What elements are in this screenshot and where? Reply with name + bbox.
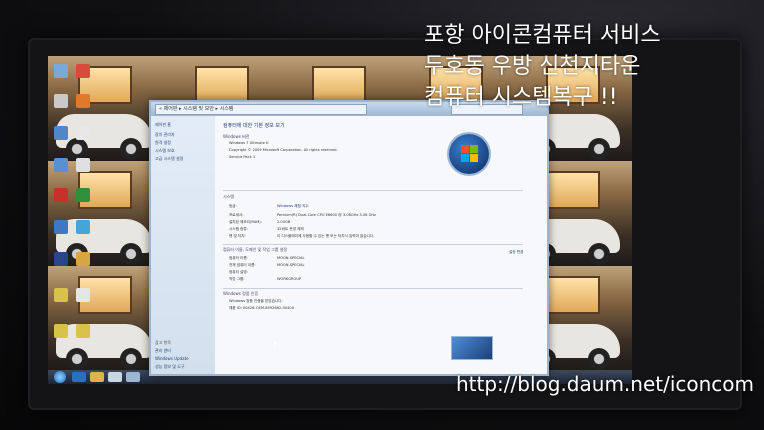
desktop-icons xyxy=(48,56,98,366)
caption-line-3: 컴퓨터 시스템복구 !! xyxy=(424,85,618,110)
desktop-shortcut-icon[interactable] xyxy=(54,158,68,172)
processor-value: Pentium(R) Dual-Core CPU E6600 @ 3.06GHz… xyxy=(277,213,376,217)
memory-label: 설치된 메모리(RAM): xyxy=(229,220,262,224)
edition-heading: Windows 버전 xyxy=(223,134,250,139)
sidebar-item-home[interactable]: 제어판 홈 xyxy=(155,122,171,128)
caption-line-1: 포항 아이콘컴퓨터 서비스 xyxy=(424,23,661,48)
desktop-shortcut-icon[interactable] xyxy=(76,324,90,338)
activation-status: Windows 정품 인증을 받았습니다. xyxy=(229,299,283,303)
system-heading: 시스템 xyxy=(223,194,235,199)
desktop-shortcut-icon[interactable] xyxy=(54,126,68,140)
sidebar-item-protection[interactable]: 시스템 보호 xyxy=(155,148,175,154)
desktop-shortcut-icon[interactable] xyxy=(76,288,90,302)
start-button[interactable] xyxy=(54,371,66,383)
workgroup-value: WORKGROUP xyxy=(277,277,302,281)
desktop-shortcut-icon[interactable] xyxy=(76,220,90,234)
see-also-heading: 참고 항목 xyxy=(155,340,171,345)
windows-logo-icon xyxy=(449,134,489,174)
full-name-label: 전체 컴퓨터 이름: xyxy=(229,263,256,267)
page-title: 컴퓨터에 대한 기본 정보 보기 xyxy=(223,123,285,129)
caption-line-2: 두호동 우방 신천지타운 xyxy=(424,54,641,79)
system-type-value: 32비트 운영 체제 xyxy=(277,227,304,231)
sidebar-item-advanced[interactable]: 고급 시스템 설정 xyxy=(155,156,183,162)
desktop-shortcut-icon[interactable] xyxy=(54,288,68,302)
taskbar-folder-icon[interactable] xyxy=(90,372,104,382)
desktop-shortcut-icon[interactable] xyxy=(76,158,90,172)
edition-text: Windows 7 Ultimate K xyxy=(229,141,269,145)
rating-label: 등급: xyxy=(229,204,237,208)
desktop-shortcut-icon[interactable] xyxy=(76,252,90,266)
computer-name-label: 컴퓨터 이름: xyxy=(229,256,248,260)
desktop-shortcut-icon[interactable] xyxy=(54,220,68,234)
desktop-shortcut-icon[interactable] xyxy=(54,94,68,108)
desktop-shortcut-icon[interactable] xyxy=(76,188,90,202)
see-also-performance[interactable]: 성능 정보 및 도구 xyxy=(155,364,185,370)
pen-label: 펜 및 터치: xyxy=(229,234,246,238)
network-heading: 컴퓨터 이름, 도메인 및 작업 그룹 설정 xyxy=(223,247,288,252)
pen-value: 이 디스플레이에 사용할 수 있는 펜 또는 터치식 입력이 없습니다. xyxy=(277,234,375,238)
system-type-label: 시스템 종류: xyxy=(229,227,248,231)
processor-label: 프로세서: xyxy=(229,213,244,217)
taskbar-ie-icon[interactable] xyxy=(72,372,86,382)
full-name-value: MOON-SPECIAL xyxy=(277,263,305,267)
address-text: « 제어판 ▸ 시스템 및 보안 ▸ 시스템 xyxy=(159,106,234,112)
divider xyxy=(223,244,523,245)
taskbar-control-panel-icon[interactable] xyxy=(126,372,140,382)
change-settings-link[interactable]: 설정 변경 xyxy=(509,250,523,255)
activation-heading: Windows 정품 인증 xyxy=(223,291,259,296)
memory-value: 2.00GB xyxy=(277,220,291,224)
copyright-text: Copyright © 2009 Microsoft Corporation. … xyxy=(229,148,338,152)
rating-link[interactable]: Windows 체험 지수 xyxy=(277,204,309,209)
caption-overlay: 포항 아이콘컴퓨터 서비스 두호동 우방 신천지타운 컴퓨터 시스템복구 !! xyxy=(424,20,744,113)
control-panel-sidebar: 제어판 홈 장치 관리자 원격 설정 시스템 보호 고급 시스템 설정 참고 항… xyxy=(151,116,215,374)
system-info-panel: 컴퓨터에 대한 기본 정보 보기 Windows 버전 Windows 7 Ul… xyxy=(217,116,545,374)
blog-url-watermark: http://blog.daum.net/iconcom xyxy=(456,372,755,396)
desktop-shortcut-icon[interactable] xyxy=(54,324,68,338)
address-bar[interactable]: « 제어판 ▸ 시스템 및 보안 ▸ 시스템 xyxy=(155,104,367,115)
service-pack-text: Service Pack 1 xyxy=(229,155,256,159)
divider xyxy=(223,288,523,289)
desktop-shortcut-icon[interactable] xyxy=(54,64,68,78)
desktop-shortcut-icon[interactable] xyxy=(76,126,90,140)
see-also-action-center[interactable]: 관리 센터 xyxy=(155,348,171,354)
desktop-shortcut-icon[interactable] xyxy=(54,188,68,202)
mouse-cursor-icon xyxy=(274,342,277,347)
sidebar-item-remote[interactable]: 원격 설정 xyxy=(155,140,171,146)
product-id: 제품 ID: 00426-OEM-8992662-00400 xyxy=(229,306,294,310)
workgroup-label: 작업 그룹: xyxy=(229,277,245,281)
computer-name-value: MOON-SPECIAL xyxy=(277,256,305,260)
genuine-microsoft-badge-icon[interactable] xyxy=(451,336,493,360)
desktop-shortcut-icon[interactable] xyxy=(54,252,68,266)
description-label: 컴퓨터 설명: xyxy=(229,270,248,274)
see-also-windows-update[interactable]: Windows Update xyxy=(155,356,189,361)
divider xyxy=(223,190,523,191)
system-window: « 제어판 ▸ 시스템 및 보안 ▸ 시스템 제어판 홈 장치 관리자 원격 설… xyxy=(149,100,549,376)
desktop-shortcut-icon[interactable] xyxy=(76,64,90,78)
taskbar-window-icon[interactable] xyxy=(108,372,122,382)
desktop-shortcut-icon[interactable] xyxy=(76,94,90,108)
sidebar-item-device-manager[interactable]: 장치 관리자 xyxy=(155,132,175,138)
